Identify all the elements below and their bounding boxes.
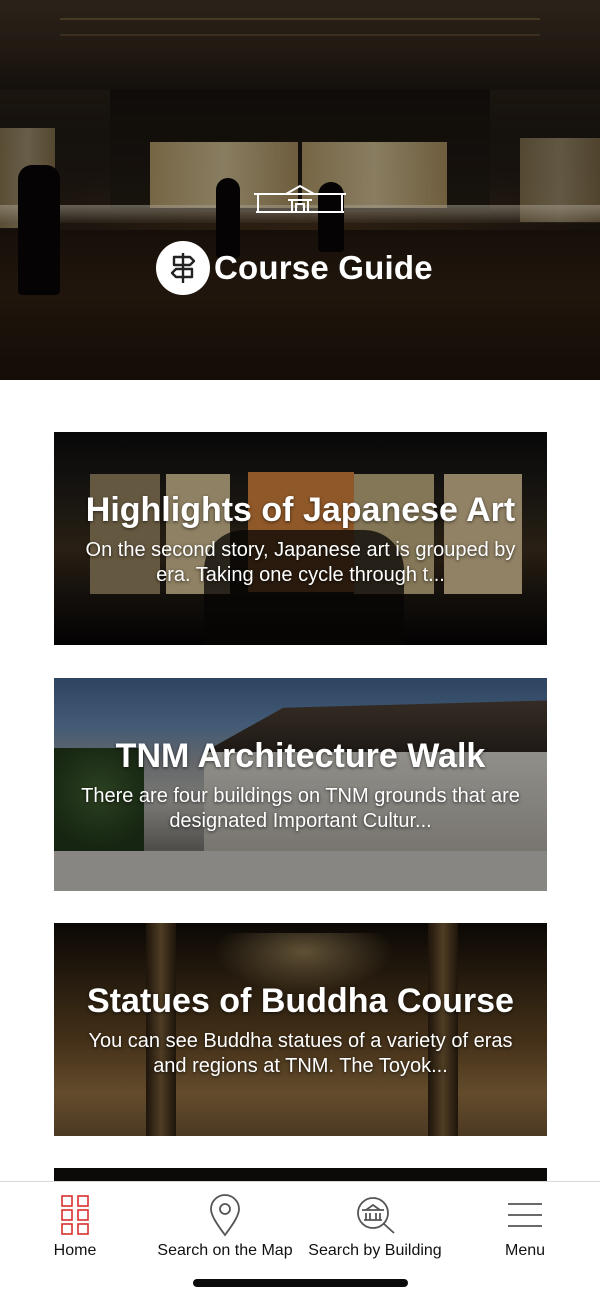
course-title: TNM Architecture Walk (115, 736, 486, 775)
course-card-japanese-art[interactable]: Highlights of Japanese Art On the second… (54, 432, 547, 645)
nav-home[interactable]: Home (0, 1182, 150, 1272)
nav-search-map[interactable]: Search on the Map (150, 1182, 300, 1272)
nav-search-map-label: Search on the Map (157, 1242, 293, 1259)
course-description: You can see Buddha statues of a variety … (88, 1029, 513, 1077)
course-guide-screen: Course Guide Highlights of Japanese Art … (0, 0, 600, 1299)
course-description: There are four buildings on TNM grounds … (81, 784, 520, 832)
nav-home-label: Home (53, 1242, 97, 1259)
map-pin-icon (203, 1192, 247, 1238)
nav-search-building-label: Search by Building (308, 1242, 442, 1259)
course-title: Highlights of Japanese Art (85, 490, 516, 529)
hamburger-menu-icon (503, 1192, 547, 1238)
course-card-architecture-walk[interactable]: TNM Architecture Walk There are four bui… (54, 678, 547, 891)
building-search-icon (353, 1192, 397, 1238)
course-description: On the second story, Japanese art is gro… (85, 538, 516, 586)
hero-title-text: Course Guide (214, 249, 433, 286)
grid-icon (53, 1192, 97, 1238)
museum-logo-icon (254, 184, 346, 213)
nav-menu-label: Menu (504, 1242, 546, 1259)
course-signpost-icon (156, 241, 210, 295)
course-card-buddha-statues[interactable]: Statues of Buddha Course You can see Bud… (54, 923, 547, 1136)
course-title: Statues of Buddha Course (87, 981, 514, 1020)
page-title: Course Guide (156, 241, 433, 295)
hero-banner: Course Guide (0, 0, 600, 380)
home-indicator[interactable] (193, 1279, 408, 1287)
nav-menu[interactable]: Menu (450, 1182, 600, 1272)
nav-search-building[interactable]: Search by Building (300, 1182, 450, 1272)
